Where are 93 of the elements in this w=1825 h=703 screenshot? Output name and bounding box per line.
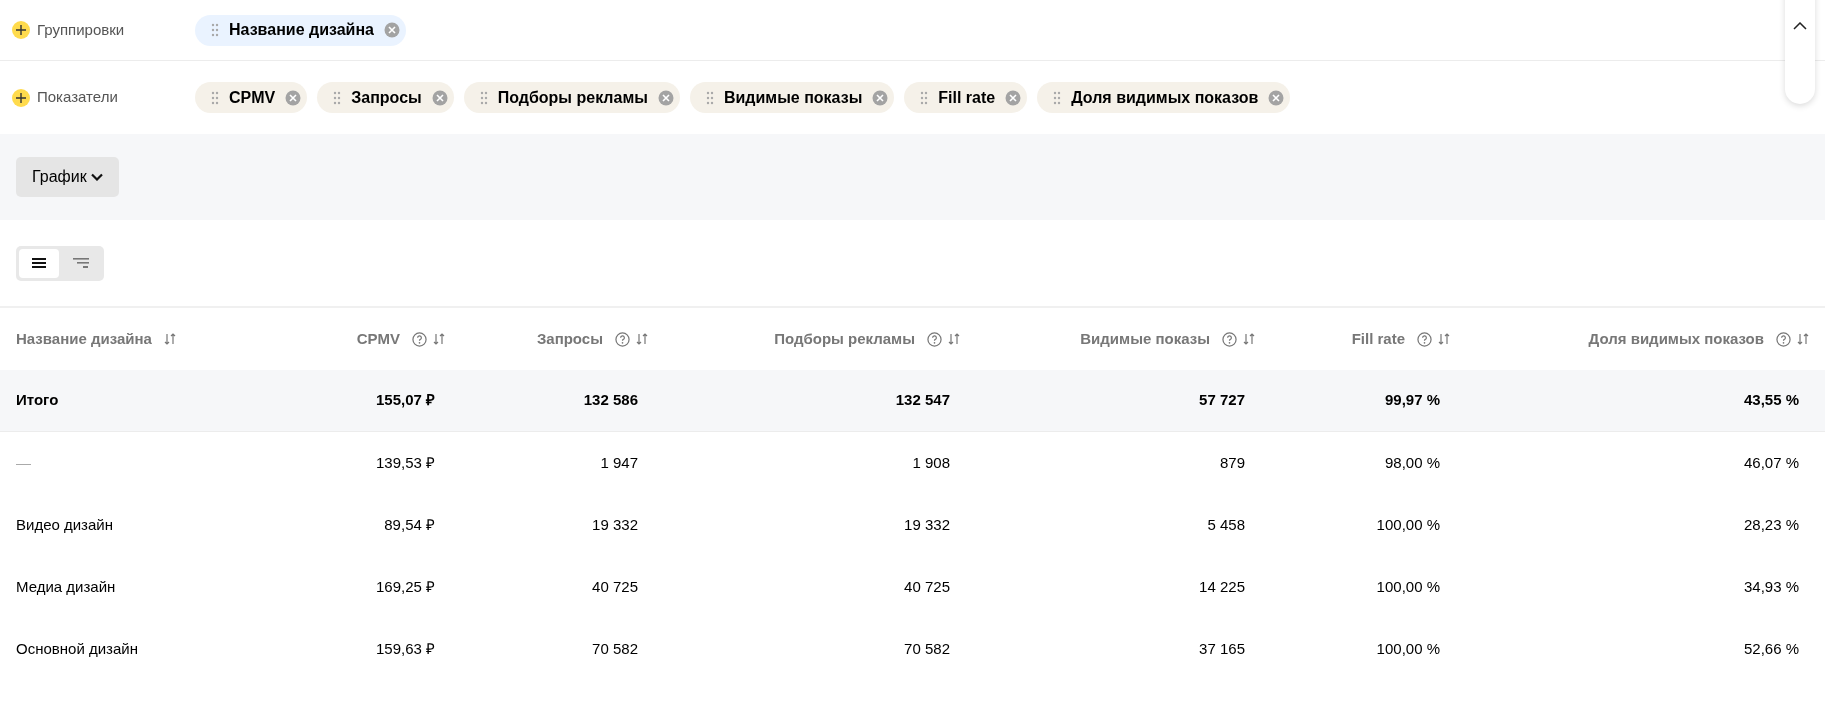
table-cell-text: 40 725 — [904, 576, 950, 597]
filter-chip[interactable]: Подборы рекламы — [463, 82, 680, 113]
table-cell-text: 70 582 — [592, 638, 638, 659]
filter-chip[interactable]: Запросы — [317, 82, 454, 113]
remove-icon[interactable] — [384, 22, 400, 38]
drag-handle-icon[interactable] — [920, 90, 929, 105]
table-cell-text: 132 586 — [583, 390, 638, 411]
chart-dropdown-button[interactable]: График — [16, 157, 119, 197]
table-cell-text: — — [16, 452, 31, 473]
table-cell-text: 1 908 — [912, 452, 950, 473]
remove-icon[interactable] — [657, 89, 674, 106]
remove-icon[interactable] — [1005, 89, 1022, 106]
drag-handle-icon[interactable] — [705, 90, 714, 105]
chip-label: Доля видимых показов — [1071, 87, 1259, 108]
help-icon[interactable] — [1417, 331, 1432, 347]
filter-chip[interactable]: CPMV — [195, 82, 308, 113]
table-cell-text: Основной дизайн — [16, 638, 138, 659]
help-icon[interactable] — [615, 331, 630, 347]
sort-icon[interactable] — [1243, 333, 1255, 345]
view-toggle-option[interactable] — [19, 248, 59, 278]
chip-label: Видимые показы — [723, 87, 863, 108]
column-header[interactable]: CPMV — [356, 327, 400, 351]
list-icon — [32, 257, 46, 269]
drag-handle-icon[interactable] — [1053, 90, 1062, 105]
table-cell-text: 100,00 % — [1376, 576, 1440, 597]
column-header[interactable]: Видимые показы — [1080, 327, 1210, 351]
filter-chip[interactable]: Название дизайна — [195, 14, 406, 46]
table-cell-text: Медиа дизайн — [16, 576, 116, 597]
chip-label: Название дизайна — [229, 20, 374, 40]
chip-label: Fill rate — [938, 87, 996, 108]
table-cell-text: 99,97 % — [1384, 390, 1440, 411]
sort-icon[interactable] — [948, 333, 960, 345]
table-cell-text: 57 727 — [1199, 390, 1245, 411]
sort-icon[interactable] — [636, 333, 648, 345]
table-cell-text: 40 725 — [592, 576, 638, 597]
help-icon[interactable] — [1222, 331, 1237, 347]
drag-handle-icon[interactable] — [333, 90, 342, 105]
table-cell-text: 139,53 ₽ — [375, 452, 435, 473]
table-cell-text: 100,00 % — [1376, 638, 1440, 659]
drag-handle-icon[interactable] — [479, 90, 488, 105]
plus-icon[interactable] — [11, 87, 31, 108]
column-header[interactable]: Подборы рекламы — [774, 327, 915, 351]
table-cell-text: 5 458 — [1207, 514, 1245, 535]
column-header[interactable]: Запросы — [536, 327, 603, 351]
column-header[interactable]: Fill rate — [1351, 327, 1405, 351]
chip-label: CPMV — [229, 87, 276, 108]
filter-chip[interactable]: Доля видимых показов — [1037, 82, 1291, 113]
plus-icon[interactable] — [11, 20, 31, 40]
tree-list-icon — [73, 257, 89, 269]
table-cell-text: 70 582 — [904, 638, 950, 659]
table-cell-text: 169,25 ₽ — [375, 576, 435, 597]
remove-icon[interactable] — [285, 89, 302, 106]
table-cell-text: 98,00 % — [1384, 452, 1440, 473]
chip-label: Запросы — [351, 87, 422, 108]
filter-chip[interactable]: Fill rate — [904, 82, 1028, 113]
table-cell-text: Итого — [16, 390, 59, 411]
table-cell-text: 46,07 % — [1743, 452, 1799, 473]
column-header[interactable]: Название дизайна — [16, 327, 152, 351]
section-label: Показатели — [37, 87, 118, 108]
table-cell-text: 52,66 % — [1743, 638, 1799, 659]
section-label: Группировки — [37, 19, 125, 40]
help-icon[interactable] — [412, 331, 427, 347]
drag-handle-icon[interactable] — [211, 23, 219, 37]
drag-handle-icon[interactable] — [211, 90, 219, 105]
table-cell-text: 14 225 — [1199, 576, 1245, 597]
table-cell-text: 879 — [1219, 452, 1245, 473]
table-cell-text: 132 547 — [895, 390, 950, 411]
column-header[interactable]: Доля видимых показов — [1588, 327, 1764, 351]
chip-label: Подборы рекламы — [497, 87, 648, 108]
table-cell-text: 43,55 % — [1743, 390, 1799, 411]
table-cell-text: 37 165 — [1199, 638, 1245, 659]
table-cell-text: Видео дизайн — [16, 514, 113, 535]
sort-icon[interactable] — [433, 333, 445, 345]
chevron-up-icon — [1793, 22, 1807, 30]
table-cell-text: 1 947 — [600, 452, 638, 473]
table-cell-text: 19 332 — [592, 514, 638, 535]
filter-chip[interactable]: Видимые показы — [689, 82, 895, 113]
chevron-down-icon — [90, 173, 103, 181]
help-icon[interactable] — [1776, 331, 1791, 347]
remove-icon[interactable] — [431, 89, 448, 106]
help-icon[interactable] — [927, 331, 942, 347]
table-cell-text: 159,63 ₽ — [375, 638, 435, 659]
table-cell-text: 34,93 % — [1743, 576, 1799, 597]
remove-icon[interactable] — [872, 89, 889, 106]
table-cell-text: 89,54 ₽ — [384, 514, 435, 535]
table-cell-text: 100,00 % — [1376, 514, 1440, 535]
sort-icon[interactable] — [1438, 333, 1450, 345]
remove-icon[interactable] — [1268, 89, 1285, 106]
sort-icon[interactable] — [1797, 333, 1809, 345]
sort-icon[interactable] — [163, 333, 176, 345]
table-cell-text: 155,07 ₽ — [375, 390, 435, 411]
table-cell-text: 28,23 % — [1743, 514, 1799, 535]
table-cell-text: 19 332 — [904, 514, 950, 535]
